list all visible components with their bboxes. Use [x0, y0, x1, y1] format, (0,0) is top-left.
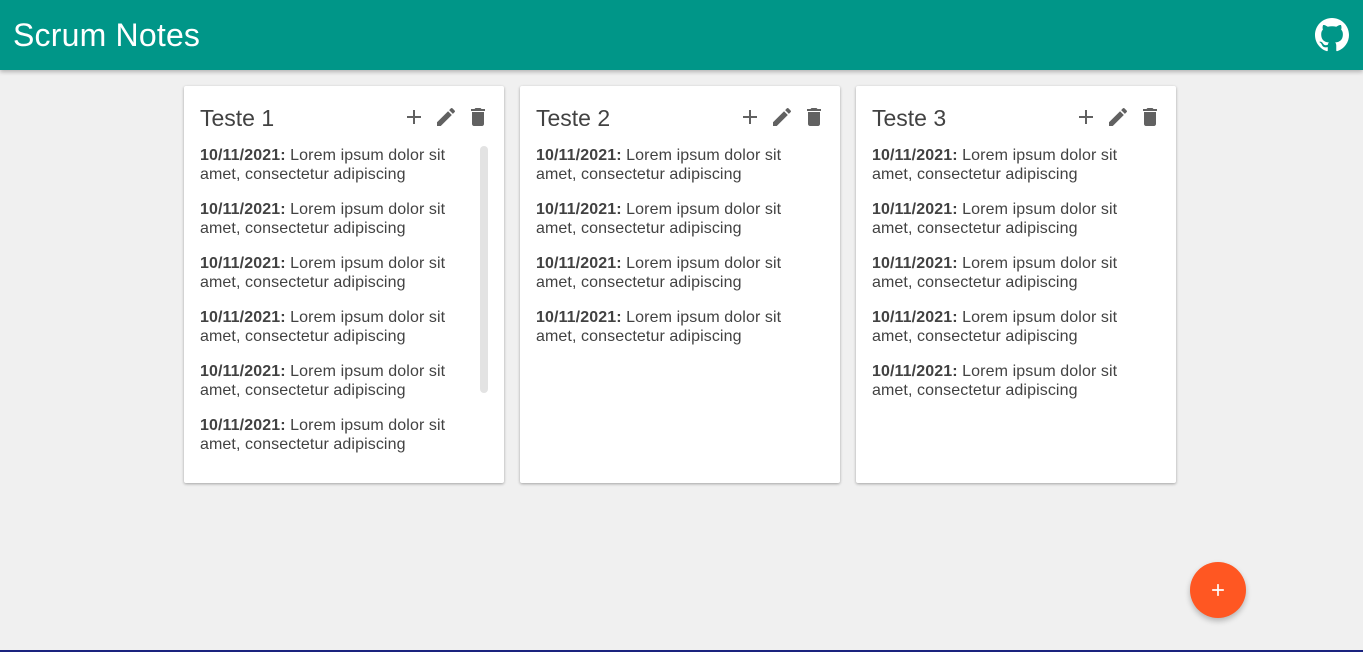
app-bar: Scrum Notes: [0, 0, 1363, 70]
note-item[interactable]: 10/11/2021: Lorem ipsum dolor sit amet, …: [200, 362, 476, 400]
plus-icon: [1079, 110, 1093, 124]
trash-icon: [471, 108, 485, 126]
note-item[interactable]: 10/11/2021: Lorem ipsum dolor sit amet, …: [536, 200, 812, 238]
delete-column-button[interactable]: [1138, 105, 1162, 129]
column-card: Teste 1 10/11/2021: Lorem ipsum dolor si…: [184, 86, 504, 483]
note-date: 10/11/2021:: [200, 201, 286, 218]
note-item[interactable]: 10/11/2021: Lorem ipsum dolor sit amet, …: [536, 308, 812, 346]
card-header: Teste 1: [200, 102, 490, 132]
note-item[interactable]: 10/11/2021: Lorem ipsum dolor sit amet, …: [200, 146, 476, 184]
plus-icon: [1212, 584, 1224, 596]
column-card: Teste 3 10/11/2021: Lorem ipsum dolor si…: [856, 86, 1176, 483]
trash-icon: [807, 108, 821, 126]
github-link[interactable]: [1315, 18, 1349, 52]
note-date: 10/11/2021:: [200, 255, 286, 272]
note-item[interactable]: 10/11/2021: Lorem ipsum dolor sit amet, …: [200, 308, 476, 346]
notes-scrollbar[interactable]: [480, 146, 488, 393]
note-item[interactable]: 10/11/2021: Lorem ipsum dolor sit amet, …: [872, 146, 1148, 184]
note-item[interactable]: 10/11/2021: Lorem ipsum dolor sit amet, …: [200, 416, 476, 454]
note-item[interactable]: 10/11/2021: Lorem ipsum dolor sit amet, …: [872, 308, 1148, 346]
note-date: 10/11/2021:: [536, 255, 622, 272]
edit-column-button[interactable]: [1106, 105, 1130, 129]
pencil-icon: [773, 107, 792, 126]
add-note-button[interactable]: [738, 105, 762, 129]
note-item[interactable]: 10/11/2021: Lorem ipsum dolor sit amet, …: [872, 362, 1148, 400]
column-card: Teste 2 10/11/2021: Lorem ipsum dolor si…: [520, 86, 840, 483]
delete-column-button[interactable]: [466, 105, 490, 129]
card-actions: [1074, 105, 1162, 129]
note-date: 10/11/2021:: [872, 147, 958, 164]
add-note-button[interactable]: [1074, 105, 1098, 129]
card-header: Teste 2: [536, 102, 826, 132]
board: Teste 1 10/11/2021: Lorem ipsum dolor si…: [184, 86, 1176, 483]
edit-column-button[interactable]: [770, 105, 794, 129]
plus-icon: [743, 110, 757, 124]
note-date: 10/11/2021:: [872, 363, 958, 380]
delete-column-button[interactable]: [802, 105, 826, 129]
card-title: Teste 2: [536, 104, 611, 131]
note-item[interactable]: 10/11/2021: Lorem ipsum dolor sit amet, …: [872, 200, 1148, 238]
note-item[interactable]: 10/11/2021: Lorem ipsum dolor sit amet, …: [872, 254, 1148, 292]
note-item[interactable]: 10/11/2021: Lorem ipsum dolor sit amet, …: [536, 254, 812, 292]
card-actions: [738, 105, 826, 129]
github-icon: [1315, 18, 1349, 52]
notes-list[interactable]: 10/11/2021: Lorem ipsum dolor sit amet, …: [872, 146, 1148, 467]
note-item[interactable]: 10/11/2021: Lorem ipsum dolor sit amet, …: [200, 200, 476, 238]
card-title: Teste 3: [872, 104, 947, 131]
add-column-fab[interactable]: [1190, 562, 1246, 618]
plus-icon: [407, 110, 421, 124]
card-actions: [402, 105, 490, 129]
pencil-icon: [1109, 107, 1128, 126]
note-date: 10/11/2021:: [200, 147, 286, 164]
note-date: 10/11/2021:: [872, 255, 958, 272]
notes-list[interactable]: 10/11/2021: Lorem ipsum dolor sit amet, …: [536, 146, 812, 467]
add-note-button[interactable]: [402, 105, 426, 129]
note-date: 10/11/2021:: [200, 309, 286, 326]
card-header: Teste 3: [872, 102, 1162, 132]
pencil-icon: [437, 107, 456, 126]
note-item[interactable]: 10/11/2021: Lorem ipsum dolor sit amet, …: [200, 254, 476, 292]
notes-list[interactable]: 10/11/2021: Lorem ipsum dolor sit amet, …: [200, 146, 476, 467]
note-date: 10/11/2021:: [536, 309, 622, 326]
app-title: Scrum Notes: [13, 16, 201, 53]
note-date: 10/11/2021:: [872, 309, 958, 326]
note-date: 10/11/2021:: [200, 417, 286, 434]
note-date: 10/11/2021:: [536, 201, 622, 218]
edit-column-button[interactable]: [434, 105, 458, 129]
note-date: 10/11/2021:: [536, 147, 622, 164]
note-date: 10/11/2021:: [200, 363, 286, 380]
card-title: Teste 1: [200, 104, 275, 131]
note-item[interactable]: 10/11/2021: Lorem ipsum dolor sit amet, …: [536, 146, 812, 184]
note-date: 10/11/2021:: [872, 201, 958, 218]
trash-icon: [1143, 108, 1157, 126]
